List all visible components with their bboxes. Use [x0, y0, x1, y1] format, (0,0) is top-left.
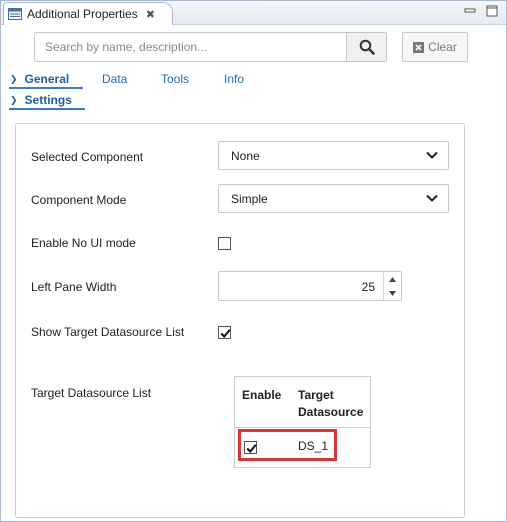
tab-general[interactable]: ❯ General: [10, 72, 69, 86]
show-target-ds-checkbox[interactable]: [218, 326, 231, 339]
left-pane-width-label: Left Pane Width: [31, 280, 117, 294]
minimize-icon[interactable]: [464, 5, 476, 17]
left-pane-width-stepper[interactable]: 25: [218, 271, 402, 301]
search-input[interactable]: [35, 33, 346, 61]
chevron-down-icon: [426, 194, 438, 202]
tab-general-label: General: [24, 72, 70, 86]
caret-down-icon: [389, 290, 396, 296]
tab-info[interactable]: Info: [224, 72, 244, 86]
tab-info-label: Info: [224, 72, 245, 86]
view-tab-title: Additional Properties: [27, 7, 138, 21]
component-mode-label: Component Mode: [31, 193, 127, 207]
column-header-datasource: Datasource: [298, 405, 364, 419]
column-header-target: Target: [298, 388, 334, 402]
view-tab-additional-properties[interactable]: Additional Properties ✖: [3, 2, 173, 25]
subtab-settings-underline: [9, 108, 85, 110]
checkmark-icon: [220, 329, 231, 338]
clear-button[interactable]: Clear: [402, 32, 468, 62]
tab-data-label: Data: [102, 72, 128, 86]
search-icon: [359, 39, 375, 55]
subtab-settings[interactable]: ❯ Settings: [10, 93, 72, 107]
maximize-icon[interactable]: [486, 5, 498, 17]
caret-up-icon: [389, 276, 396, 282]
selected-component-value: None: [231, 148, 260, 163]
tab-tools-label: Tools: [161, 72, 190, 86]
stepper-up-button[interactable]: [384, 272, 401, 286]
tab-tools[interactable]: Tools: [161, 72, 189, 86]
view-tab-strip: Additional Properties ✖: [1, 1, 506, 25]
properties-icon: [8, 8, 22, 20]
left-pane-width-value: 25: [361, 280, 375, 294]
chevron-down-icon: ❯: [10, 73, 18, 84]
target-ds-list-label: Target Datasource List: [31, 386, 152, 400]
component-mode-value: Simple: [231, 191, 268, 206]
selected-component-label: Selected Component: [31, 150, 144, 164]
show-target-ds-label: Show Target Datasource List: [31, 325, 185, 339]
stepper-down-button[interactable]: [384, 286, 401, 300]
clear-button-label: Clear: [428, 40, 457, 54]
highlight-box: [238, 429, 337, 461]
component-mode-select[interactable]: Simple: [218, 184, 449, 213]
chevron-down-icon: [426, 151, 438, 159]
additional-properties-view: Additional Properties ✖ Cl: [0, 0, 507, 522]
enable-no-ui-label: Enable No UI mode: [31, 236, 136, 250]
stepper-buttons: [383, 272, 401, 300]
column-header-enable: Enable: [242, 388, 282, 402]
clear-icon: [413, 41, 425, 53]
enable-no-ui-checkbox[interactable]: [218, 237, 231, 250]
chevron-down-icon: ❯: [10, 94, 18, 105]
search-button[interactable]: [346, 33, 386, 61]
subtab-settings-label: Settings: [24, 93, 72, 107]
tab-general-underline: [9, 87, 83, 89]
close-tab-icon[interactable]: ✖: [146, 8, 155, 21]
search-box: [34, 32, 387, 62]
selected-component-select[interactable]: None: [218, 141, 449, 170]
datasource-table-header: Enable Target Datasource: [235, 377, 370, 428]
tab-data[interactable]: Data: [102, 72, 127, 86]
